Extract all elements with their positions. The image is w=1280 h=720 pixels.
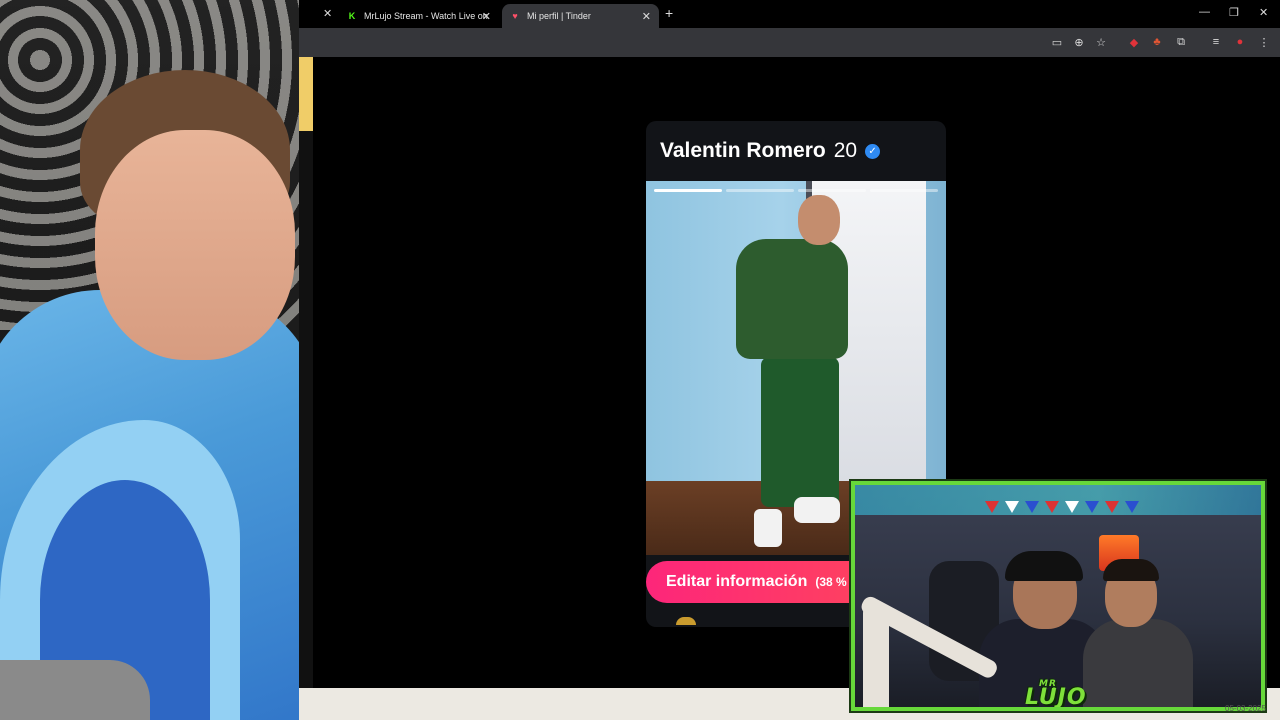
streamer-facecam xyxy=(0,0,299,720)
extension-icon[interactable]: ◆ xyxy=(1127,35,1141,49)
close-window-icon[interactable]: ✕ xyxy=(1259,6,1268,19)
sidebar-gold-accent xyxy=(299,57,313,131)
bookmark-star-icon[interactable]: ☆ xyxy=(1094,35,1108,49)
tinder-icon: ♥ xyxy=(512,11,518,21)
cam-bunting-flag xyxy=(1045,501,1059,513)
facecam-laptop xyxy=(0,660,150,720)
date-stamp: 05-03-2025 xyxy=(1225,704,1266,713)
stream-screen: ✕ K MrLujo Stream - Watch Live on ✕ ♥ Mi… xyxy=(0,0,1280,720)
photo-person-head xyxy=(798,195,840,245)
facecam-face xyxy=(95,130,295,360)
extensions-puzzle-icon[interactable]: ⧉ xyxy=(1174,35,1188,49)
minimize-icon[interactable]: — xyxy=(1199,6,1210,18)
cam-bunting-flag xyxy=(1125,501,1139,513)
tab-title: MrLujo Stream - Watch Live on xyxy=(364,11,488,21)
sidebar-strip xyxy=(299,57,313,688)
cam-person-hair xyxy=(1103,559,1159,581)
close-icon[interactable]: ✕ xyxy=(642,10,651,23)
media-control-icon[interactable]: ≡ xyxy=(1209,35,1223,49)
menu-kebab-icon[interactable]: ⋮ xyxy=(1257,35,1271,49)
cam-bunting-flag xyxy=(1005,501,1019,513)
restore-icon[interactable]: ❐ xyxy=(1229,6,1239,19)
kick-icon: K xyxy=(348,11,356,21)
cam-bunting-flag xyxy=(1025,501,1039,513)
browser-toolbar: ▭ ⊕ ☆ ◆ ♣ ⧉ ≡ ● ⋮ xyxy=(299,28,1280,57)
close-icon[interactable]: ✕ xyxy=(323,7,332,20)
photo-indicator[interactable] xyxy=(726,189,794,192)
cam-person-cap xyxy=(1005,551,1083,581)
tab-mrlujo-stream[interactable]: K MrLujo Stream - Watch Live on ✕ xyxy=(339,4,499,28)
mrlujo-logo: MR LUJO xyxy=(1025,679,1087,707)
tab-bar: ✕ K MrLujo Stream - Watch Live on ✕ ♥ Mi… xyxy=(299,0,1280,28)
tab-title: Mi perfil | Tinder xyxy=(527,11,591,21)
profile-avatar-icon[interactable]: ● xyxy=(1233,35,1247,49)
profile-age: 20 xyxy=(833,139,858,162)
verified-badge-icon: ✓ xyxy=(865,143,881,159)
cam-bunting-flag xyxy=(1085,501,1099,513)
photo-indicator[interactable] xyxy=(654,189,722,192)
cast-icon[interactable]: ▭ xyxy=(1050,35,1064,49)
photo-person-shoe xyxy=(794,497,840,523)
cam-bunting-flag xyxy=(1065,501,1079,513)
cam-person-body xyxy=(1083,619,1193,707)
gold-badge xyxy=(676,617,696,625)
photo-indicator[interactable] xyxy=(798,189,866,192)
logo-prefix: MR xyxy=(1039,679,1057,689)
new-tab-button[interactable]: + xyxy=(665,5,673,21)
profile-completion: (38 % xyxy=(815,575,847,589)
photo-person-shoe xyxy=(754,509,782,547)
cam-bunting-flag xyxy=(985,501,999,513)
edit-info-label: Editar información xyxy=(666,573,808,590)
profile-header: Valentin Romero 20 ✓ xyxy=(660,139,881,163)
close-icon[interactable]: ✕ xyxy=(482,10,491,23)
photo-person-jacket xyxy=(736,239,848,359)
photo-person-legs xyxy=(761,357,839,507)
profile-name: Valentin Romero xyxy=(660,139,826,162)
photo-indicator[interactable] xyxy=(870,189,938,192)
extension-icon[interactable]: ♣ xyxy=(1150,35,1164,49)
zoom-icon[interactable]: ⊕ xyxy=(1072,35,1086,49)
streamer-webcam-overlay: MR LUJO xyxy=(851,481,1265,711)
cam-mic-arm-base xyxy=(863,605,889,707)
photo-pagination xyxy=(654,189,938,193)
tab-tinder-profile[interactable]: ♥ Mi perfil | Tinder ✕ xyxy=(502,4,659,28)
cam-bunting-flag xyxy=(1105,501,1119,513)
